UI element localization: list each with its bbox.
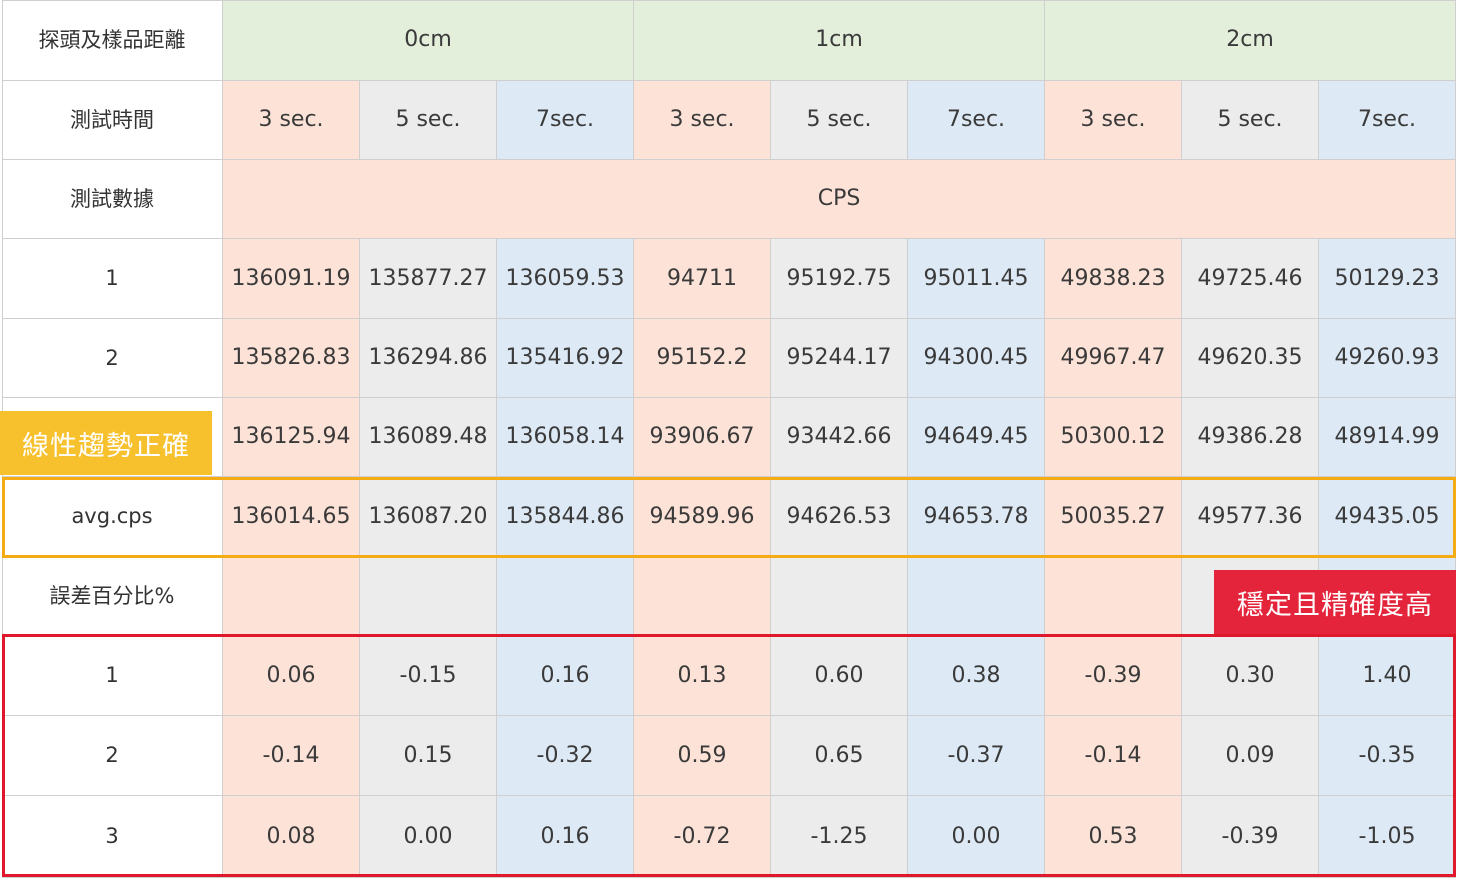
empty-cell: [634, 557, 771, 636]
error-cell: -0.35: [1319, 716, 1456, 796]
avg-cell: 94626.53: [771, 477, 908, 557]
time-header: 3 sec.: [223, 81, 360, 160]
cps-cell: 50129.23: [1319, 239, 1456, 319]
error-cell: 0.00: [908, 796, 1045, 878]
time-header: 7sec.: [497, 81, 634, 160]
error-cell: 0.16: [497, 636, 634, 716]
avg-cell: 94653.78: [908, 477, 1045, 557]
row-label: 1: [2, 636, 223, 716]
time-header: 5 sec.: [360, 81, 497, 160]
distance-label: 探頭及樣品距離: [2, 0, 223, 81]
data-label: 測試數據: [2, 160, 223, 239]
error-cell: -0.32: [497, 716, 634, 796]
cps-cell: 49260.93: [1319, 319, 1456, 398]
avg-cell: 49435.05: [1319, 477, 1456, 557]
cps-cell: 50300.12: [1045, 398, 1182, 477]
cps-cell: 94711: [634, 239, 771, 319]
error-cell: -1.05: [1319, 796, 1456, 878]
cps-cell: 135416.92: [497, 319, 634, 398]
error-cell: 0.13: [634, 636, 771, 716]
row-label: 3: [2, 796, 223, 878]
error-cell: 0.15: [360, 716, 497, 796]
empty-cell: [1045, 557, 1182, 636]
error-cell: -0.72: [634, 796, 771, 878]
time-label: 測試時間: [2, 81, 223, 160]
avg-cell: 49577.36: [1182, 477, 1319, 557]
cps-cell: 136058.14: [497, 398, 634, 477]
error-cell: 0.53: [1045, 796, 1182, 878]
error-cell: 0.59: [634, 716, 771, 796]
cps-cell: 135826.83: [223, 319, 360, 398]
error-label: 誤差百分比%: [2, 557, 223, 636]
cps-cell: 94649.45: [908, 398, 1045, 477]
trend-tag: 線性趨勢正確: [0, 411, 212, 475]
error-cell: 0.00: [360, 796, 497, 878]
error-cell: -1.25: [771, 796, 908, 878]
error-cell: 0.30: [1182, 636, 1319, 716]
error-cell: -0.39: [1182, 796, 1319, 878]
cps-cell: 95152.2: [634, 319, 771, 398]
cps-cell: 95192.75: [771, 239, 908, 319]
error-cell: 0.38: [908, 636, 1045, 716]
time-header: 3 sec.: [634, 81, 771, 160]
unit-header: CPS: [223, 160, 1456, 239]
error-cell: 0.08: [223, 796, 360, 878]
time-header: 5 sec.: [771, 81, 908, 160]
time-header: 5 sec.: [1182, 81, 1319, 160]
cps-cell: 136089.48: [360, 398, 497, 477]
time-header: 3 sec.: [1045, 81, 1182, 160]
distance-header: 2cm: [1045, 0, 1456, 81]
cps-cell: 136091.19: [223, 239, 360, 319]
cps-cell: 49620.35: [1182, 319, 1319, 398]
results-table: 探頭及樣品距離 0cm 1cm 2cm 測試時間 3 sec. 5 sec. 7sec. 3 s…: [2, 0, 1456, 878]
distance-header: 0cm: [223, 0, 634, 81]
cps-cell: 49967.47: [1045, 319, 1182, 398]
cps-cell: 136294.86: [360, 319, 497, 398]
cps-cell: 95244.17: [771, 319, 908, 398]
cps-cell: 94300.45: [908, 319, 1045, 398]
error-cell: -0.14: [1045, 716, 1182, 796]
cps-cell: 48914.99: [1319, 398, 1456, 477]
time-header: 7sec.: [908, 81, 1045, 160]
row-label: 1: [2, 239, 223, 319]
cps-cell: 93442.66: [771, 398, 908, 477]
avg-cell: 94589.96: [634, 477, 771, 557]
error-cell: -0.14: [223, 716, 360, 796]
cps-cell: 49386.28: [1182, 398, 1319, 477]
avg-label: avg.cps: [2, 477, 223, 557]
empty-cell: [223, 557, 360, 636]
cps-cell: 49725.46: [1182, 239, 1319, 319]
cps-cell: 135877.27: [360, 239, 497, 319]
error-cell: 0.06: [223, 636, 360, 716]
cps-cell: 136059.53: [497, 239, 634, 319]
error-cell: 0.09: [1182, 716, 1319, 796]
cps-cell: 136125.94: [223, 398, 360, 477]
empty-cell: [497, 557, 634, 636]
stable-tag: 穩定且精確度高: [1214, 570, 1456, 634]
empty-cell: [908, 557, 1045, 636]
error-cell: 0.65: [771, 716, 908, 796]
error-cell: -0.39: [1045, 636, 1182, 716]
empty-cell: [771, 557, 908, 636]
error-cell: 0.60: [771, 636, 908, 716]
time-header: 7sec.: [1319, 81, 1456, 160]
avg-cell: 50035.27: [1045, 477, 1182, 557]
empty-cell: [360, 557, 497, 636]
error-cell: 1.40: [1319, 636, 1456, 716]
cps-cell: 95011.45: [908, 239, 1045, 319]
row-label: 2: [2, 319, 223, 398]
error-cell: -0.15: [360, 636, 497, 716]
distance-header: 1cm: [634, 0, 1045, 81]
avg-cell: 136087.20: [360, 477, 497, 557]
error-cell: -0.37: [908, 716, 1045, 796]
row-label: 2: [2, 716, 223, 796]
cps-cell: 49838.23: [1045, 239, 1182, 319]
avg-cell: 136014.65: [223, 477, 360, 557]
cps-cell: 93906.67: [634, 398, 771, 477]
avg-cell: 135844.86: [497, 477, 634, 557]
error-cell: 0.16: [497, 796, 634, 878]
